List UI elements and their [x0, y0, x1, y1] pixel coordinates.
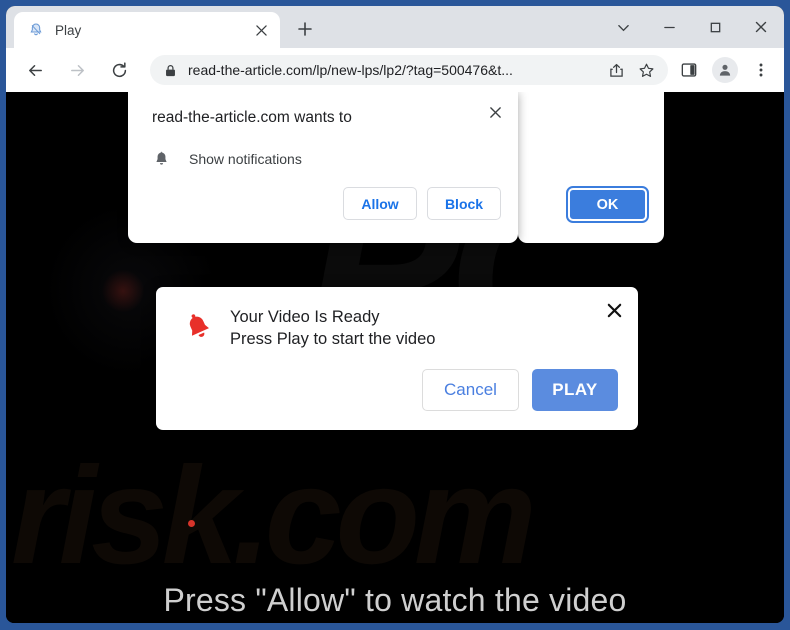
permission-dialog-title: read-the-article.com wants to: [152, 109, 352, 126]
ok-button[interactable]: OK: [566, 186, 649, 223]
permission-ok-panel: OK: [518, 92, 664, 243]
chevron-down-icon[interactable]: [600, 6, 646, 48]
page-headline: Press "Allow" to watch the video: [163, 582, 627, 618]
permission-buttons: Allow Block: [343, 187, 501, 220]
back-icon[interactable]: [20, 55, 50, 85]
video-dialog-buttons: Cancel PLAY: [422, 369, 618, 411]
bell-icon: [152, 151, 170, 167]
avatar: [712, 57, 738, 83]
url-text: read-the-article.com/lp/new-lps/lp2/?tag…: [188, 62, 513, 78]
permission-label: Show notifications: [189, 151, 302, 167]
bell-icon: [27, 22, 44, 39]
close-icon[interactable]: [738, 6, 784, 48]
page-viewport: PC risk.com Press "Allow" to watch the v…: [6, 92, 784, 623]
block-button[interactable]: Block: [427, 187, 501, 220]
minimize-icon[interactable]: [646, 6, 692, 48]
tab-title: Play: [55, 22, 82, 38]
video-dialog-body: Your Video Is Ready Press Play to start …: [156, 287, 638, 351]
close-icon[interactable]: [250, 19, 272, 41]
permission-row: Show notifications: [152, 151, 502, 167]
play-button[interactable]: PLAY: [532, 369, 618, 411]
watermark-bottom: risk.com: [11, 439, 537, 593]
reload-icon[interactable]: [104, 55, 134, 85]
browser-toolbar: read-the-article.com/lp/new-lps/lp2/?tag…: [6, 48, 784, 92]
profile-avatar[interactable]: [710, 55, 740, 85]
background-dot: [188, 520, 195, 527]
video-dialog-text: Your Video Is Ready Press Play to start …: [230, 307, 435, 351]
window-controls: [600, 6, 784, 48]
cancel-button[interactable]: Cancel: [422, 369, 519, 411]
omnibox-actions: [600, 56, 660, 84]
close-icon[interactable]: [482, 99, 508, 125]
share-icon[interactable]: [602, 56, 630, 84]
browser-window-inner: Play read-the-article.com/lp/new-lps/lp2…: [6, 6, 784, 623]
video-dialog-subheading: Press Play to start the video: [230, 329, 436, 348]
background-glow-b: [102, 270, 144, 312]
chrome-menu-icon[interactable]: [746, 55, 776, 85]
new-tab-button[interactable]: [290, 14, 320, 44]
bookmark-star-icon[interactable]: [632, 56, 660, 84]
notification-permission-dialog: read-the-article.com wants to Show notif…: [128, 92, 518, 243]
close-icon[interactable]: [603, 299, 625, 321]
tab-strip: Play: [6, 6, 784, 48]
address-bar[interactable]: read-the-article.com/lp/new-lps/lp2/?tag…: [150, 55, 668, 85]
video-dialog-heading: Your Video Is Ready: [230, 308, 380, 326]
maximize-icon[interactable]: [692, 6, 738, 48]
bell-icon: [182, 307, 216, 351]
side-panel-icon[interactable]: [674, 55, 704, 85]
video-ready-dialog: Your Video Is Ready Press Play to start …: [156, 287, 638, 430]
lock-icon[interactable]: [164, 64, 177, 77]
browser-window: Play read-the-article.com/lp/new-lps/lp2…: [0, 0, 790, 630]
allow-button[interactable]: Allow: [343, 187, 417, 220]
forward-icon[interactable]: [62, 55, 92, 85]
browser-tab[interactable]: Play: [14, 12, 280, 48]
